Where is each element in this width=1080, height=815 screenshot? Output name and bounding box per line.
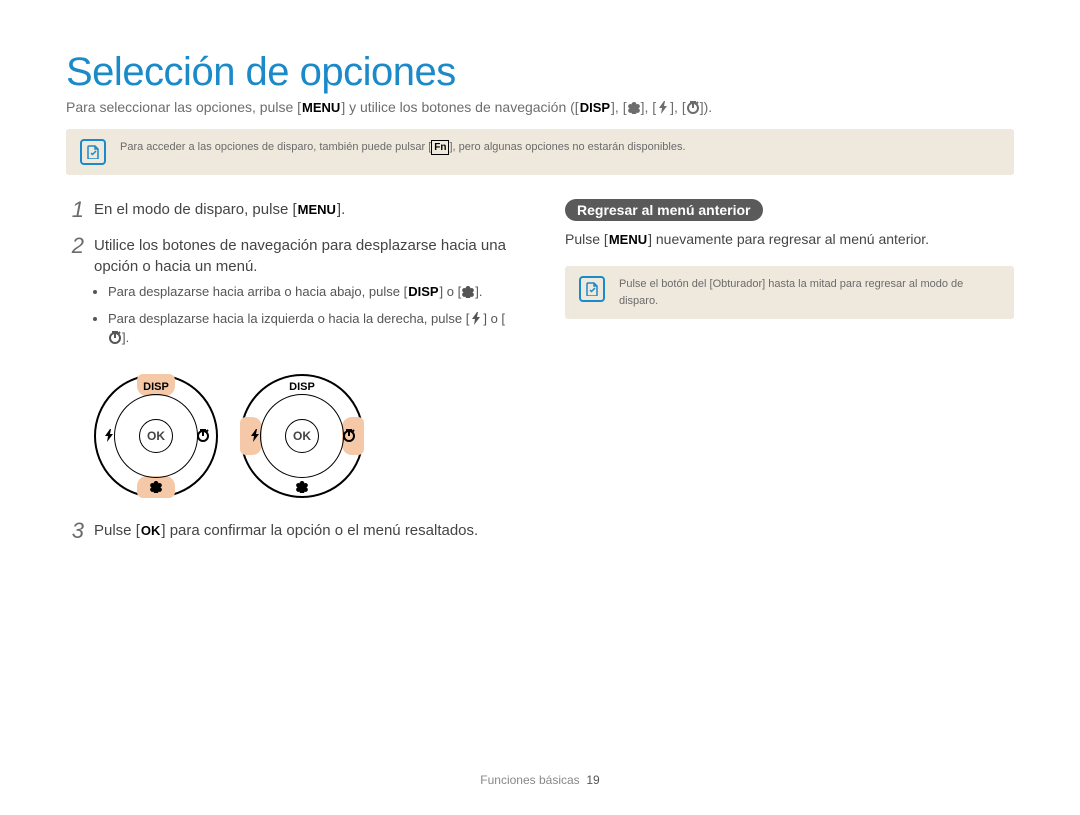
flash-icon [246,428,264,442]
fn-label: Fn [431,140,449,155]
step-1: 1 En el modo de disparo, pulse [MENU]. [66,199,515,221]
step-3: 3 Pulse [OK] para confirmar la opción o … [66,520,515,542]
note-icon [579,276,605,302]
dial-diagram: DISP OK DISP OK [94,374,515,498]
menu-label: MENU [297,201,337,219]
note-icon [80,139,106,165]
menu-label: MENU [608,230,648,250]
note-text: Para acceder a las opciones de disparo, … [120,139,686,156]
flash-icon [469,311,483,325]
flower-icon [96,479,216,493]
timer-icon [194,428,212,442]
flash-icon [656,100,670,114]
side-note: Pulse el botón del [Obturador] hasta la … [565,266,1014,319]
disp-label: DISP [242,381,362,393]
flower-icon [242,479,362,493]
step-2: 2 Utilice los botones de navegación para… [66,235,515,356]
timer-icon [686,100,700,114]
flash-icon [100,428,118,442]
intro-paragraph: Para seleccionar las opciones, pulse [ME… [66,99,1014,115]
dial-vertical: DISP OK [94,374,218,498]
bullet-horizontal: Para desplazarse hacia la izquierda o ha… [108,310,515,348]
dial-horizontal: DISP OK [240,374,364,498]
disp-label: DISP [96,381,216,393]
note-text: Pulse el botón del [Obturador] hasta la … [619,276,1000,309]
timer-icon [340,428,358,442]
ok-button: OK [285,419,319,453]
page-title: Selección de opciones [66,50,1014,95]
top-note: Para acceder a las opciones de disparo, … [66,129,1014,175]
ok-button: OK [139,419,173,453]
disp-label: DISP [407,283,439,302]
flower-icon [627,100,641,114]
subsection-pill: Regresar al menú anterior [565,199,763,221]
left-column: 1 En el modo de disparo, pulse [MENU]. 2… [66,199,515,556]
right-column: Regresar al menú anterior Pulse [MENU] n… [565,199,1014,556]
manual-page: Selección de opciones Para seleccionar l… [0,0,1080,815]
menu-label: MENU [301,100,341,115]
disp-label: DISP [579,100,611,115]
return-paragraph: Pulse [MENU] nuevamente para regresar al… [565,229,1014,250]
shutter-label: Obturador [713,278,763,290]
flower-icon [461,284,475,298]
ok-label: OK [140,522,162,540]
bullet-vertical: Para desplazarse hacia arriba o hacia ab… [108,283,515,302]
page-footer: Funciones básicas 19 [0,773,1080,787]
timer-icon [108,330,122,344]
